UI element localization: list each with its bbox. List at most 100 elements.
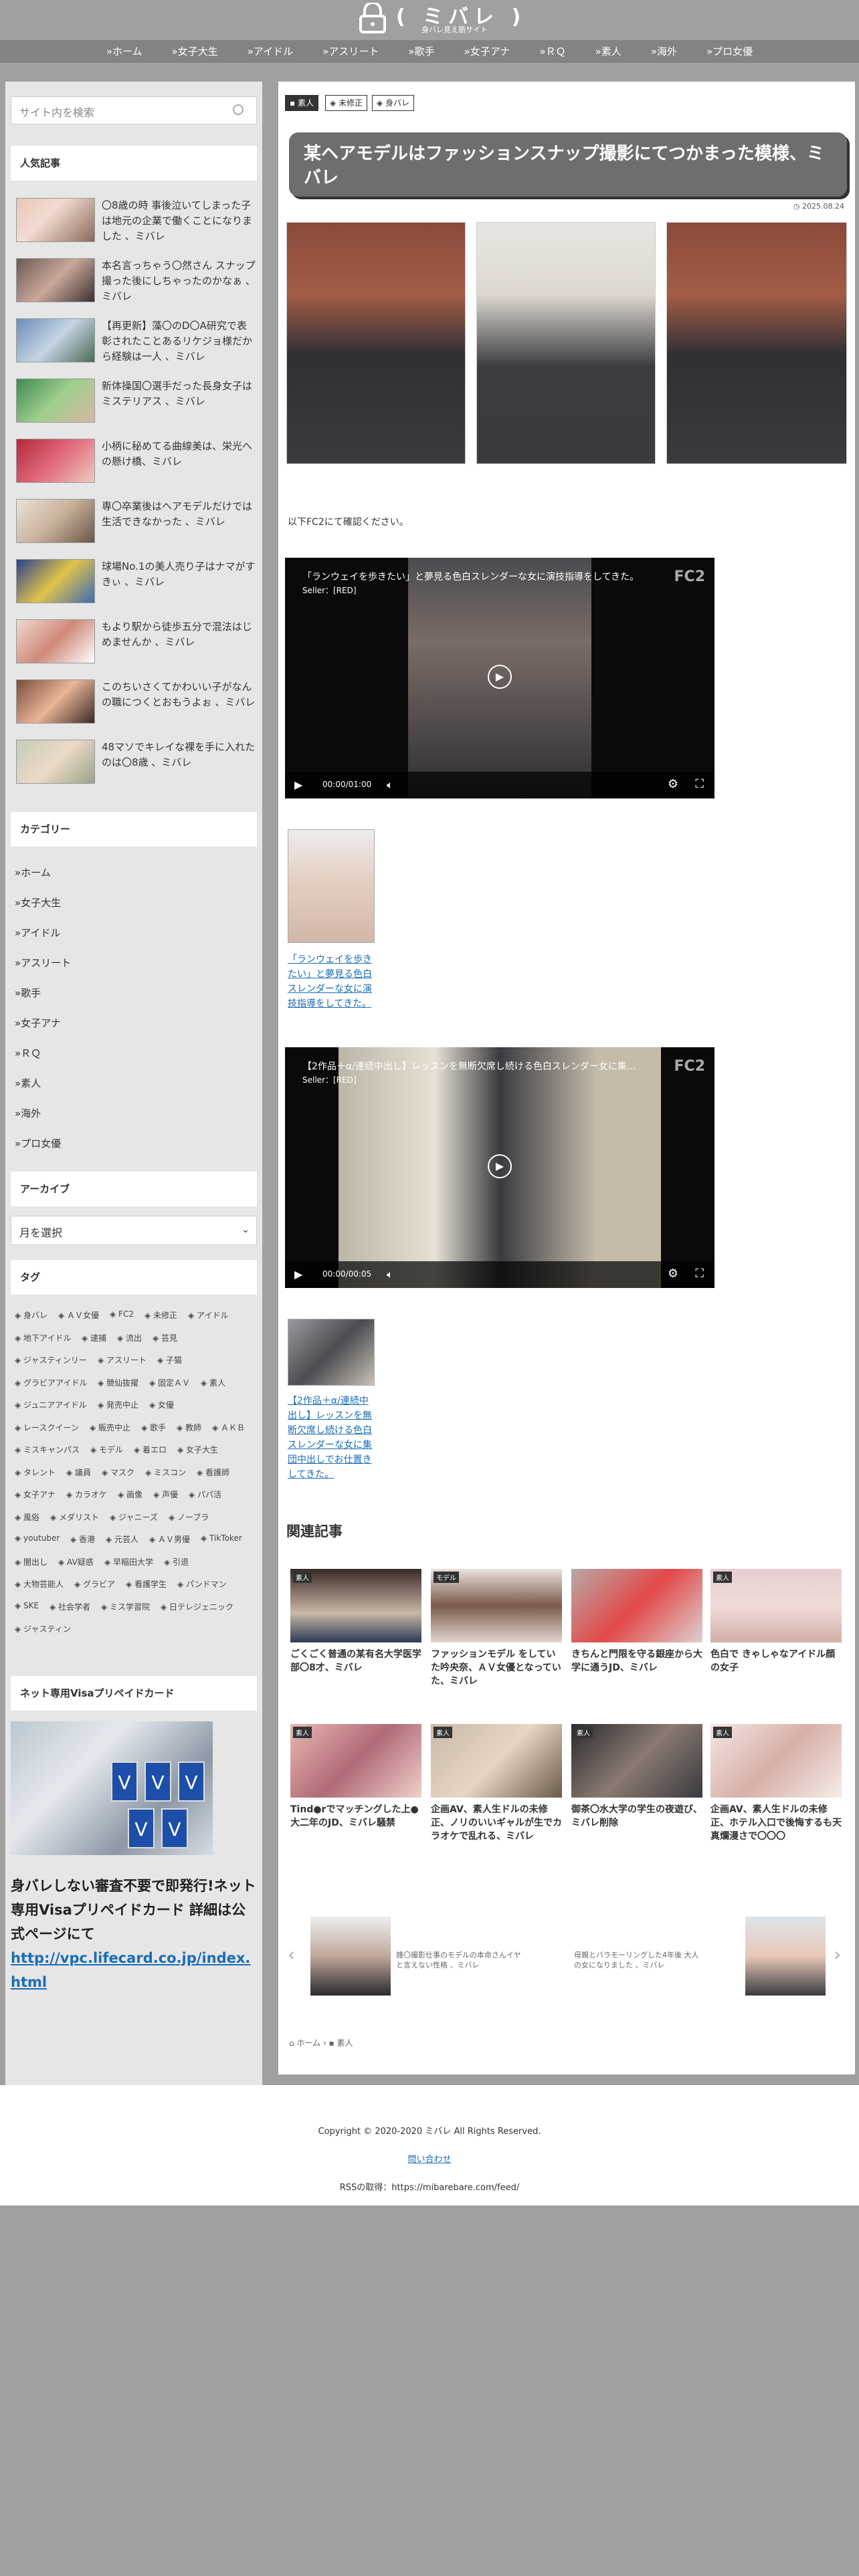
chevron-right-icon[interactable]: › (834, 1943, 841, 1965)
tag-link[interactable]: ◈ 素人 (201, 1377, 225, 1388)
popular-item[interactable]: このちいさくてかわいい子がなんの職につくとおもうよぉ 、ミバレ (16, 679, 257, 733)
tag-link[interactable]: ◈ 女子アナ (15, 1489, 56, 1500)
carousel-text[interactable]: 雑〇撮影仕事のモデルの本命さんイヤと言えない性格 、ミバレ (396, 1950, 523, 1970)
tag-link[interactable]: ◈ youtuber (15, 1533, 60, 1543)
volume-icon[interactable]: 🔈︎ (387, 1268, 393, 1281)
nav-item-actress[interactable]: »プロ女優 (692, 40, 767, 63)
tag-link[interactable]: ◈ 社会学者 (50, 1601, 90, 1612)
archive-select[interactable]: 月を選択 ⌄ (11, 1216, 257, 1245)
tag-link[interactable]: ◈ 引退 (164, 1556, 189, 1568)
volume-icon[interactable]: 🔈︎ (387, 778, 393, 792)
carousel-text[interactable]: 母親とバラモーリングした4年後 大人の女になりました 、ミバレ (574, 1950, 701, 1970)
tag-link[interactable]: ◈ 発売中止 (98, 1399, 138, 1410)
popular-item[interactable]: 新体操国〇選手だった長身女子はミステリアス 、ミバレ (16, 379, 257, 432)
category-item-athlete[interactable]: »アスリート (15, 956, 71, 970)
carousel-image[interactable] (745, 1917, 826, 1996)
nav-item-home[interactable]: »ホーム (92, 40, 157, 63)
play-icon[interactable]: ▶ (294, 1268, 302, 1281)
popular-item[interactable]: もより駅から徒歩五分で混法はじめませんか 、ミバレ (16, 619, 257, 673)
tag-link[interactable]: ◈ パンドマン (177, 1578, 227, 1590)
tag-badge[interactable]: ◈ 身バレ (372, 95, 415, 111)
video-link[interactable]: 【2作品＋α/連続中出し】レッスンを無断欠席し続ける色白スレンダーな女に集団中出… (288, 1394, 375, 1482)
tag-link[interactable]: ◈ 地下アイドル (15, 1332, 71, 1344)
tag-link[interactable]: ◈ AV疑惑 (58, 1556, 94, 1568)
category-item-home[interactable]: »ホーム (15, 865, 51, 879)
gear-icon[interactable]: ⚙ (668, 777, 678, 791)
tag-link[interactable]: ◈ 逮捕 (82, 1332, 106, 1344)
tag-link[interactable]: ◈ SKE (15, 1601, 39, 1610)
gear-icon[interactable]: ⚙ (668, 1267, 678, 1281)
tag-link[interactable]: ◈ 看護師 (197, 1467, 229, 1478)
nav-item-idol[interactable]: »アイドル (233, 40, 308, 63)
category-item-rq[interactable]: »ＲＱ (15, 1046, 41, 1060)
nav-item-college[interactable]: »女子大生 (157, 40, 233, 63)
popular-item[interactable]: 【再更新】藻〇のD〇A研究で表彰されたことあるリケジョ様だから経験は一人 、ミバ… (16, 318, 257, 372)
tag-link[interactable]: ◈ 女優 (149, 1399, 174, 1410)
play-icon[interactable]: ▶ (294, 778, 302, 791)
category-item-actress[interactable]: »プロ女優 (15, 1136, 61, 1150)
tag-link[interactable]: ◈ ジャニーズ (110, 1511, 158, 1523)
tag-link[interactable]: ◈ 風俗 (15, 1511, 39, 1523)
nav-item-singer[interactable]: »歌手 (393, 40, 449, 63)
tag-link[interactable]: ◈ メダリスト (50, 1511, 99, 1523)
tag-link[interactable]: ◈ 元芸人 (106, 1533, 138, 1545)
category-item-overseas[interactable]: »海外 (15, 1106, 41, 1120)
tag-link[interactable]: ◈ FC2 (110, 1309, 134, 1319)
card-ad-image[interactable]: V V V V V (11, 1721, 213, 1855)
popular-item[interactable]: 48マソでキレイな裸を手に入れたのは〇8歳 、ミバレ (16, 740, 257, 793)
tag-link[interactable]: ◈ ノーブラ (169, 1511, 209, 1523)
nav-item-announcer[interactable]: »女子アナ (450, 40, 525, 63)
tag-link[interactable]: ◈ ＡＫＢ (212, 1422, 245, 1433)
tag-link[interactable]: ◈ ＡＶ男優 (149, 1533, 190, 1545)
tag-link[interactable]: ◈ モデル (90, 1444, 123, 1455)
nav-item-athlete[interactable]: »アスリート (308, 40, 393, 63)
video-player[interactable]: 「ランウェイを歩きたい」と夢見る色白スレンダーな女に演技指導をしてきた。 Sel… (285, 558, 714, 798)
category-item-amateur[interactable]: »素人 (15, 1076, 41, 1090)
tag-link[interactable]: ◈ ミス学習院 (101, 1601, 150, 1612)
popular-item[interactable]: 〇8歳の時 事後泣いてしまった子は地元の企業で働くことになりました 、ミバレ (16, 198, 257, 251)
breadcrumb-home[interactable]: ホーム (296, 2038, 320, 2048)
tag-link[interactable]: ◈ 日テレジェニック (161, 1601, 233, 1612)
tag-link[interactable]: ◈ 教師 (177, 1422, 201, 1433)
category-item-announcer[interactable]: »女子アナ (15, 1016, 61, 1030)
fullscreen-icon[interactable]: ⛶ (695, 1267, 704, 1281)
category-item-singer[interactable]: »歌手 (15, 986, 41, 1000)
tag-link[interactable]: ◈ 着エロ (134, 1444, 167, 1455)
popular-item[interactable]: 本名言っちゃう〇然さん スナップ撮った後にしちゃったのかなぁ 、ミバレ (16, 258, 257, 312)
nav-item-amateur[interactable]: »素人 (581, 40, 636, 63)
video-player[interactable]: 【2作品＋α/連続中出し】レッスンを無断欠席し続ける色白スレンダー女に集... … (285, 1047, 714, 1288)
tag-link[interactable]: ◈ 声優 (153, 1489, 178, 1500)
nav-item-rq[interactable]: »ＲＱ (524, 40, 580, 63)
tag-link[interactable]: ◈ 香港 (70, 1533, 95, 1545)
category-badge[interactable]: ▪ 素人 (285, 95, 318, 111)
tag-link[interactable]: ◈ 画像 (118, 1489, 142, 1500)
tag-link[interactable]: ◈ ＡＶ女優 (58, 1309, 99, 1321)
tag-link[interactable]: ◈ レースクイーン (15, 1422, 79, 1433)
tag-link[interactable]: ◈ ジャスティンリー (15, 1354, 87, 1366)
play-icon[interactable]: ▶ (488, 1154, 512, 1178)
tag-badge[interactable]: ◈ 未修正 (325, 95, 368, 111)
category-item-idol[interactable]: »アイドル (15, 926, 60, 940)
tag-link[interactable]: ◈ ジャスティン (15, 1623, 71, 1634)
search-icon[interactable] (233, 104, 244, 115)
nav-item-overseas[interactable]: »海外 (636, 40, 692, 63)
search-input[interactable]: サイト内を検索 (11, 96, 257, 124)
tag-link[interactable]: ◈ パパ活 (189, 1489, 221, 1500)
tag-link[interactable]: ◈ 早稲田大学 (104, 1556, 153, 1568)
tag-link[interactable]: ◈ 固定ＡＶ (149, 1377, 190, 1388)
breadcrumb-category[interactable]: 素人 (337, 2038, 353, 2048)
video-link[interactable]: 「ランウェイを歩きたい」と夢見る色白スレンダーな女に演技指導をしてきた。 (288, 952, 375, 1011)
tag-link[interactable]: ◈ 競仙抜擢 (98, 1377, 138, 1388)
popular-item[interactable]: 球場No.1の美人売り子はナマがすきぃ 、ミバレ (16, 559, 257, 613)
tag-link[interactable]: ◈ ミスキャンパス (15, 1444, 80, 1455)
tag-link[interactable]: ◈ TikToker (201, 1533, 242, 1543)
video-thumb[interactable] (288, 1319, 375, 1386)
tag-link[interactable]: ◈ アスリート (98, 1354, 147, 1366)
play-icon[interactable]: ▶ (488, 665, 512, 689)
tag-link[interactable]: ◈ 販売中止 (90, 1422, 130, 1433)
category-item-college[interactable]: »女子大生 (15, 895, 61, 909)
tag-link[interactable]: ◈ アイドル (188, 1309, 228, 1321)
tag-link[interactable]: ◈ 未修正 (145, 1309, 177, 1321)
card-link[interactable]: http://vpc.lifecard.co.jp/index.html (11, 1950, 250, 1990)
tag-link[interactable]: ◈ 流出 (117, 1332, 142, 1344)
